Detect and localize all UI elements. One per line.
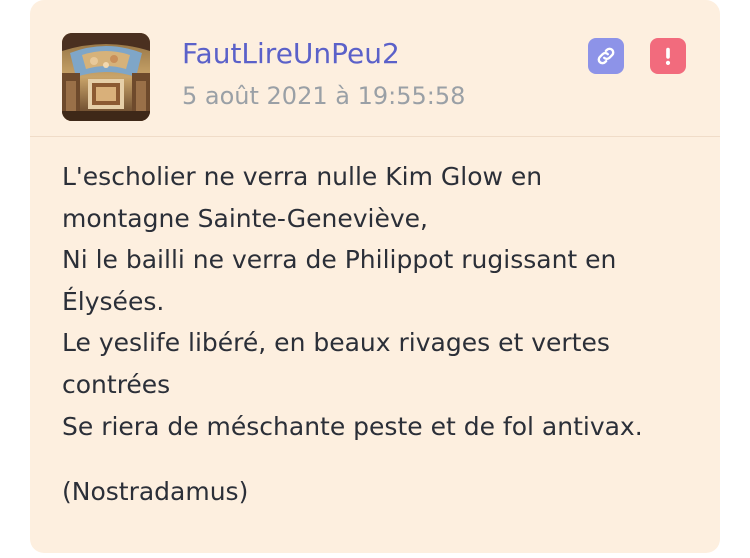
text-line: L'escholier ne verra nulle Kim Glow en xyxy=(62,162,543,191)
comment-header: FautLireUnPeu2 5 août 2021 à 19:55:58 xyxy=(30,0,720,137)
username-link[interactable]: FautLireUnPeu2 xyxy=(182,36,400,72)
comment-text: L'escholier ne verra nulle Kim Glow en m… xyxy=(62,156,702,447)
comment-body: L'escholier ne verra nulle Kim Glow en m… xyxy=(62,156,702,513)
avatar[interactable] xyxy=(62,33,150,121)
comment-signature: (Nostradamus) xyxy=(62,477,249,507)
text-line: montagne Sainte-Geneviève, xyxy=(62,203,428,233)
post-timestamp: 5 août 2021 à 19:55:58 xyxy=(182,82,466,110)
exclamation-icon xyxy=(665,47,671,65)
text-line: Élysées. xyxy=(62,286,165,316)
text-line: contrées xyxy=(62,369,171,399)
text-line: Se riera de méschante peste et de fol an… xyxy=(62,411,643,441)
text-line: Le yeslife libéré, en beaux rivages et v… xyxy=(62,328,610,358)
report-button[interactable] xyxy=(650,38,686,74)
link-icon xyxy=(597,47,615,65)
permalink-button[interactable] xyxy=(588,38,624,74)
comment-card: FautLireUnPeu2 5 août 2021 à 19:55:58 L'… xyxy=(30,0,720,553)
text-line: Ni le bailli ne verra de Philippot rugis… xyxy=(62,245,617,275)
fresco-painting-icon xyxy=(62,33,150,121)
